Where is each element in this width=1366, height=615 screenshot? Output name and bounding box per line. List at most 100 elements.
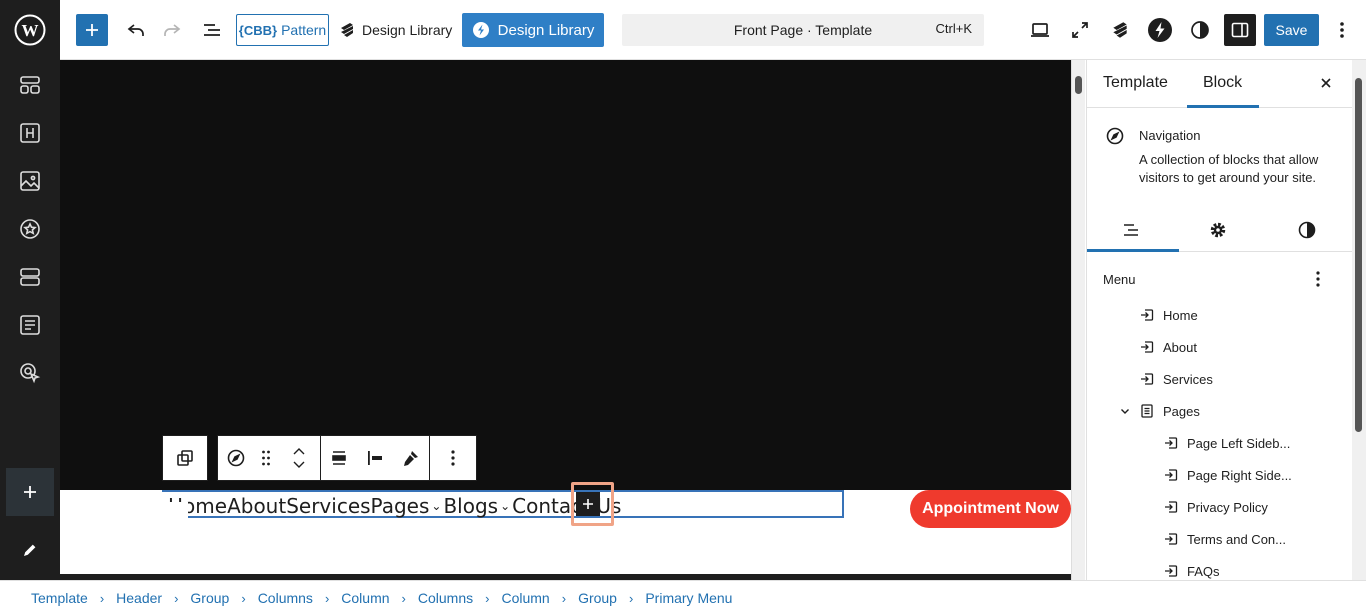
block-card-title: Navigation [1139, 128, 1201, 143]
nav-item-label: Pages [370, 494, 430, 518]
editor-top-toolbar: {CBB} Pattern Design Library Design Libr… [60, 0, 1366, 60]
appointment-button[interactable]: Appointment Now [910, 490, 1071, 528]
wordpress-logo-icon[interactable]: W [14, 14, 46, 46]
block-inserter-button[interactable] [76, 14, 108, 46]
breadcrumb-item[interactable]: Columns [418, 590, 473, 606]
nav-item[interactable]: Services [286, 494, 370, 518]
breadcrumb-item[interactable]: Template [31, 590, 88, 606]
panel-tabs: Template Block [1087, 60, 1352, 108]
breadcrumb-item[interactable]: Columns [258, 590, 313, 606]
styles-contrast-icon[interactable] [1184, 14, 1216, 46]
image-block-icon[interactable] [18, 169, 42, 193]
svg-text:W: W [22, 21, 39, 40]
design-library-button[interactable]: Design Library [338, 14, 456, 46]
nav-item[interactable]: Pages ⌄ [371, 494, 444, 518]
menu-tree-item[interactable]: Terms and Con... [1163, 529, 1286, 549]
menu-options-icon[interactable] [1315, 270, 1321, 288]
click-target-icon[interactable] [18, 361, 42, 385]
form-block-icon[interactable] [18, 313, 42, 337]
fullscreen-icon[interactable] [1064, 14, 1096, 46]
menu-tree-item[interactable]: Services [1139, 369, 1213, 389]
stack-block-icon[interactable] [18, 265, 42, 289]
menu-tree-item[interactable]: Page Left Sideb... [1163, 433, 1290, 453]
menu-tree-label: Page Right Side... [1187, 467, 1292, 483]
document-overview-button[interactable] [196, 14, 228, 46]
design-library-primary-label: Design Library [497, 21, 595, 39]
command-title: Front Page · Template [733, 22, 873, 38]
toolbar-overlap [162, 502, 188, 518]
block-options-icon[interactable] [430, 436, 476, 480]
settings-panel: Template Block Navigation A collection o… [1086, 60, 1352, 580]
patterns-icon[interactable] [18, 73, 42, 97]
breadcrumb-separator-icon: › [628, 590, 634, 606]
move-down-icon [293, 461, 305, 468]
desktop-preview-icon[interactable] [1024, 14, 1056, 46]
design-library-primary-button[interactable]: Design Library [462, 13, 604, 47]
panel-scrollbar[interactable] [1352, 60, 1366, 580]
move-up-icon [293, 448, 305, 455]
active-tab-indicator [1187, 105, 1259, 108]
justify-left-icon[interactable] [357, 436, 393, 480]
move-up-down-control[interactable] [278, 436, 320, 480]
add-nav-item-button[interactable] [576, 492, 600, 516]
block-inspector-tabs [1087, 208, 1352, 252]
stackable-settings-icon[interactable] [1104, 14, 1136, 46]
styles-brush-icon[interactable] [393, 436, 429, 480]
editor-canvas[interactable]: Home About Services Pages ⌄ Blogs ⌄ Contact Us [60, 60, 1071, 580]
breadcrumb-item[interactable]: Column [341, 590, 389, 606]
menu-tree-item[interactable]: About [1139, 337, 1197, 357]
bolt-plugin-icon[interactable] [1144, 14, 1176, 46]
save-button[interactable]: Save [1264, 14, 1319, 46]
menu-tree-item[interactable]: Page Right Side... [1163, 465, 1292, 485]
breadcrumb-separator-icon: › [241, 590, 246, 606]
breadcrumb-item[interactable]: Group [190, 590, 229, 606]
menu-tree-item[interactable]: Home [1139, 305, 1198, 325]
navigation-block[interactable]: Home About Services Pages ⌄ Blogs ⌄ Contact Us [162, 490, 844, 518]
align-center-icon[interactable] [321, 436, 357, 480]
block-card-description: A collection of blocks that allow visito… [1139, 152, 1319, 185]
navigation-compass-icon [1105, 126, 1125, 146]
edit-pencil-icon[interactable] [18, 538, 42, 562]
undo-button[interactable] [120, 14, 152, 46]
tab-block[interactable]: Block [1203, 74, 1242, 92]
menu-tree-item[interactable]: Pages [1121, 401, 1200, 421]
heading-block-icon[interactable] [18, 121, 42, 145]
menu-label: Menu [1103, 272, 1136, 287]
close-icon[interactable] [1319, 76, 1333, 90]
canvas-scrollbar[interactable] [1071, 60, 1085, 580]
styles-contrast-icon[interactable] [1297, 220, 1317, 240]
more-options-icon[interactable] [1328, 14, 1356, 46]
breadcrumb-item[interactable]: Header [116, 590, 162, 606]
gear-icon[interactable] [1208, 220, 1228, 240]
nav-item[interactable]: About [227, 494, 286, 518]
settings-sidebar-toggle[interactable] [1224, 14, 1256, 46]
menu-tree-label: Pages [1163, 403, 1200, 419]
breadcrumb-item[interactable]: Group [578, 590, 617, 606]
link-icon [1163, 531, 1179, 547]
menu-tree-label: Privacy Policy [1187, 499, 1268, 515]
sidebar-add-button[interactable] [6, 468, 54, 516]
breadcrumb-item[interactable]: Primary Menu [645, 590, 732, 606]
list-view-icon[interactable] [1121, 220, 1141, 240]
block-toolbar [162, 435, 477, 481]
nav-item[interactable]: Blogs ⌄ [443, 494, 512, 518]
command-palette-bar[interactable]: Front Page · Template Ctrl+K [622, 14, 984, 46]
hero-section[interactable] [60, 60, 1071, 490]
select-parent-icon[interactable] [163, 436, 207, 480]
drag-handle-icon[interactable] [254, 436, 278, 480]
command-shortcut: Ctrl+K [935, 21, 972, 36]
link-icon [1139, 371, 1155, 387]
redo-button[interactable] [156, 14, 188, 46]
star-badge-icon[interactable] [18, 217, 42, 241]
breadcrumb-item[interactable]: Column [501, 590, 549, 606]
chevron-down-icon[interactable] [1119, 405, 1131, 417]
tab-template[interactable]: Template [1103, 74, 1168, 92]
cbb-pattern-button[interactable]: {CBB} Pattern [236, 14, 329, 46]
navigation-compass-icon[interactable] [218, 436, 254, 480]
link-icon [1163, 563, 1179, 579]
link-icon [1139, 307, 1155, 323]
menu-tree-item[interactable]: FAQs [1163, 561, 1220, 580]
breadcrumb-separator-icon: › [174, 590, 179, 606]
menu-tree-item[interactable]: Privacy Policy [1163, 497, 1268, 517]
pattern-label: Pattern [281, 22, 327, 38]
